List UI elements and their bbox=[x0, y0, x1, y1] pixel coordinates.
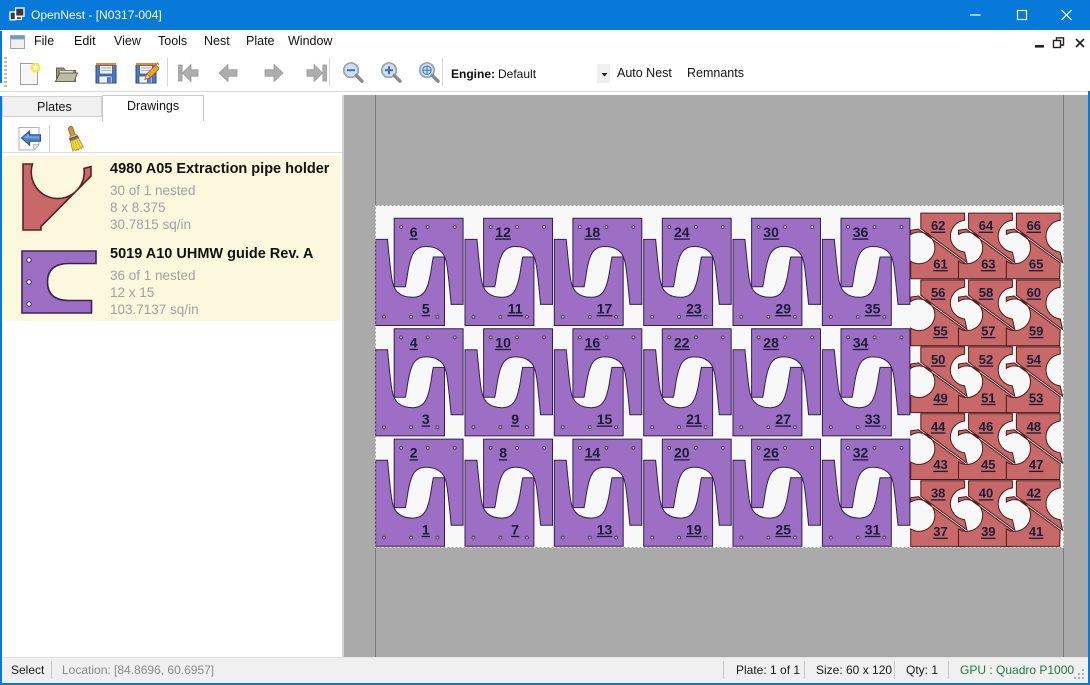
svg-text:63: 63 bbox=[981, 257, 995, 272]
svg-text:17: 17 bbox=[597, 301, 613, 317]
svg-text:41: 41 bbox=[1029, 524, 1043, 539]
svg-text:16: 16 bbox=[585, 334, 601, 350]
svg-text:51: 51 bbox=[981, 390, 995, 405]
svg-text:58: 58 bbox=[979, 285, 993, 300]
svg-text:40: 40 bbox=[979, 486, 993, 501]
svg-text:34: 34 bbox=[853, 334, 869, 350]
svg-text:20: 20 bbox=[674, 445, 690, 461]
svg-text:12: 12 bbox=[495, 224, 511, 240]
svg-text:28: 28 bbox=[763, 334, 779, 350]
svg-text:66: 66 bbox=[1027, 218, 1041, 233]
svg-text:19: 19 bbox=[686, 521, 702, 537]
svg-text:27: 27 bbox=[775, 411, 791, 427]
svg-text:30: 30 bbox=[763, 224, 779, 240]
svg-text:4: 4 bbox=[410, 334, 418, 350]
svg-text:14: 14 bbox=[585, 445, 601, 461]
svg-text:26: 26 bbox=[763, 445, 779, 461]
svg-text:21: 21 bbox=[686, 411, 702, 427]
svg-text:36: 36 bbox=[853, 224, 869, 240]
svg-text:6: 6 bbox=[410, 224, 418, 240]
svg-text:11: 11 bbox=[508, 301, 523, 317]
svg-text:64: 64 bbox=[979, 218, 994, 233]
svg-text:45: 45 bbox=[981, 457, 995, 472]
svg-text:62: 62 bbox=[931, 218, 945, 233]
svg-text:43: 43 bbox=[933, 457, 947, 472]
svg-text:24: 24 bbox=[674, 224, 690, 240]
svg-text:9: 9 bbox=[511, 411, 519, 427]
svg-text:37: 37 bbox=[933, 524, 947, 539]
svg-text:15: 15 bbox=[597, 411, 613, 427]
svg-text:22: 22 bbox=[674, 334, 690, 350]
svg-text:61: 61 bbox=[933, 257, 947, 272]
svg-text:32: 32 bbox=[853, 445, 869, 461]
svg-text:29: 29 bbox=[775, 301, 791, 317]
svg-text:52: 52 bbox=[979, 352, 993, 367]
svg-text:60: 60 bbox=[1027, 285, 1041, 300]
svg-text:7: 7 bbox=[511, 521, 519, 537]
svg-text:33: 33 bbox=[865, 411, 881, 427]
svg-text:57: 57 bbox=[981, 323, 995, 338]
svg-text:50: 50 bbox=[931, 352, 945, 367]
svg-text:38: 38 bbox=[931, 486, 945, 501]
svg-text:44: 44 bbox=[931, 419, 946, 434]
svg-text:35: 35 bbox=[865, 301, 881, 317]
svg-text:53: 53 bbox=[1029, 390, 1043, 405]
svg-text:3: 3 bbox=[422, 411, 430, 427]
svg-text:65: 65 bbox=[1029, 257, 1043, 272]
svg-text:23: 23 bbox=[686, 301, 702, 317]
svg-text:47: 47 bbox=[1029, 457, 1043, 472]
svg-text:49: 49 bbox=[933, 390, 947, 405]
svg-text:5: 5 bbox=[422, 301, 430, 317]
svg-text:25: 25 bbox=[775, 521, 791, 537]
svg-text:48: 48 bbox=[1027, 419, 1041, 434]
svg-text:39: 39 bbox=[981, 524, 995, 539]
svg-text:56: 56 bbox=[931, 285, 945, 300]
svg-text:8: 8 bbox=[499, 445, 507, 461]
svg-text:46: 46 bbox=[979, 419, 993, 434]
svg-text:31: 31 bbox=[865, 521, 881, 537]
svg-text:55: 55 bbox=[933, 323, 947, 338]
svg-text:10: 10 bbox=[495, 334, 511, 350]
svg-text:54: 54 bbox=[1027, 352, 1042, 367]
svg-text:18: 18 bbox=[585, 224, 601, 240]
svg-text:1: 1 bbox=[422, 521, 430, 537]
svg-text:42: 42 bbox=[1027, 486, 1041, 501]
svg-text:2: 2 bbox=[410, 445, 418, 461]
svg-text:13: 13 bbox=[597, 521, 613, 537]
svg-text:59: 59 bbox=[1029, 323, 1043, 338]
